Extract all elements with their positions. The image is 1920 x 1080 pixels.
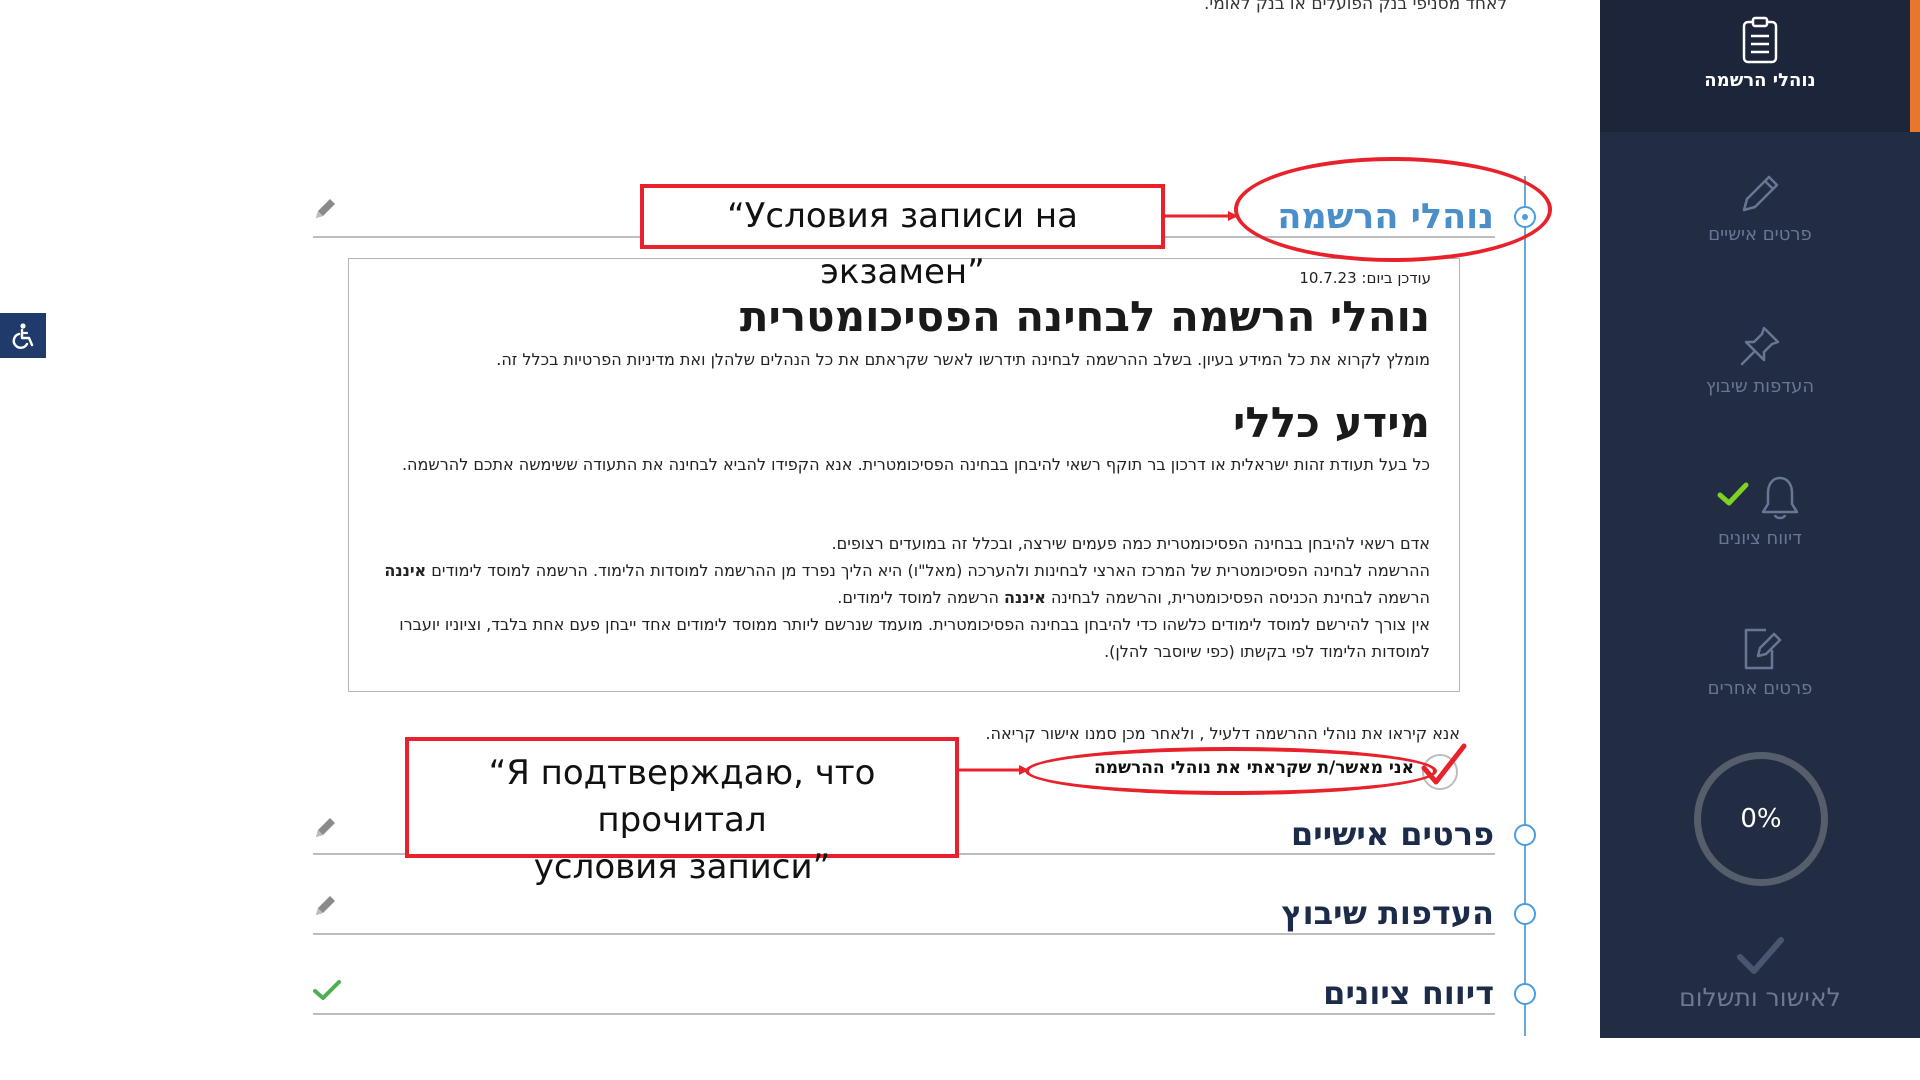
sidebar-item-label: דיווח ציונים [1718,528,1802,549]
check-icon [1717,482,1749,506]
submit-payment-button[interactable]: לאישור ותשלום [1600,935,1920,1012]
bell-icon [1761,476,1799,520]
sidebar-item-registration[interactable]: נוהלי הרשמה [1600,16,1920,91]
sidebar-item-personal[interactable]: פרטים אישיים [1600,170,1920,245]
pencil-icon [1742,175,1779,212]
clipboard-icon [1742,16,1778,64]
sidebar-item-other[interactable]: פרטים אחרים [1600,624,1920,699]
check-icon [1737,937,1784,974]
pin-icon [1740,326,1780,366]
edit-document-icon [1744,628,1782,670]
progress-ring: 0% [1694,752,1828,886]
sidebar-item-label: פרטים אישיים [1708,224,1812,245]
sidebar-item-label: פרטים אחרים [1707,678,1813,699]
sidebar-item-scores[interactable]: דיווח ציונים [1600,474,1920,549]
submit-label: לאישור ותשלום [1679,983,1841,1012]
sidebar-item-label: נוהלי הרשמה [1704,70,1816,91]
sidebar-item-preferences[interactable]: העדפות שיבוץ [1600,322,1920,397]
sidebar-item-label: העדפות שיבוץ [1705,376,1815,397]
progress-percentage: 0% [1740,804,1782,834]
